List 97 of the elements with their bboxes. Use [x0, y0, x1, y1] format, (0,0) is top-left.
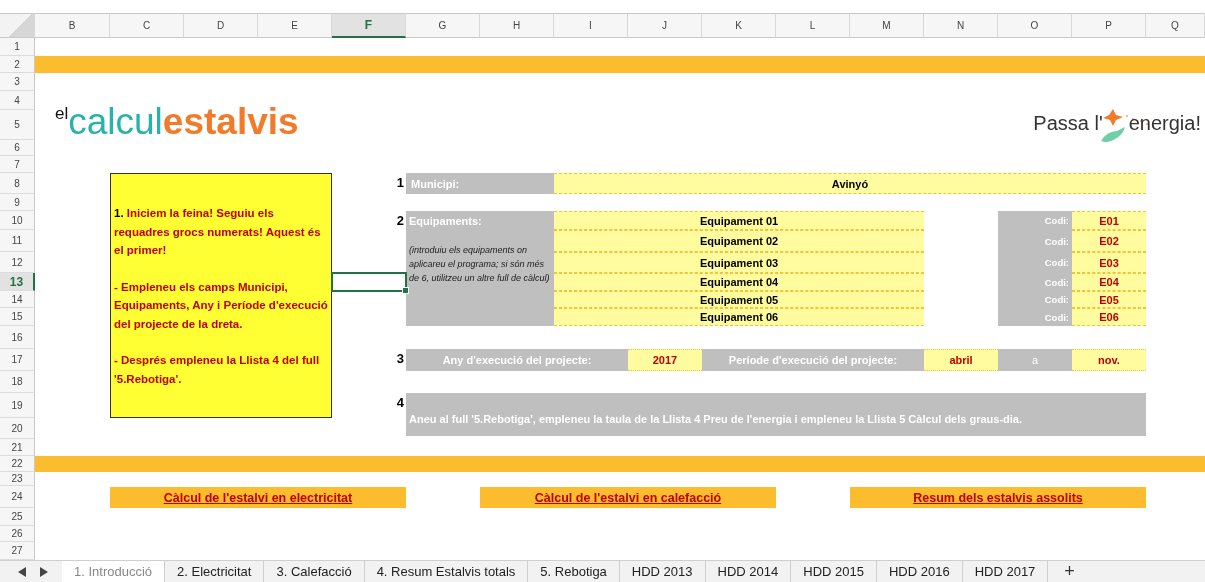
row-header[interactable]: 11 — [0, 230, 35, 252]
field-label: Any d'execució del projecte: — [406, 349, 628, 371]
column-header[interactable]: H — [480, 13, 554, 38]
row-header[interactable]: 3 — [0, 73, 35, 91]
code-field[interactable]: E06 — [1072, 308, 1146, 326]
code-label: Codi: — [998, 252, 1072, 273]
row-header[interactable]: 4 — [0, 91, 35, 110]
code-label: Codi: — [998, 291, 1072, 308]
end-month-field[interactable]: nov. — [1072, 349, 1146, 371]
column-header[interactable]: M — [850, 13, 924, 38]
section-link[interactable]: Càlcul de l'estalvi en electricitat — [110, 487, 406, 508]
code-label: Codi: — [998, 211, 1072, 230]
step-number: 1 — [396, 175, 404, 190]
column-header[interactable]: C — [110, 13, 184, 38]
sheet-tab[interactable]: HDD 2013 — [619, 561, 706, 582]
row-header[interactable]: 14 — [0, 291, 35, 308]
start-month-field[interactable]: abril — [924, 349, 998, 371]
sheet-tab[interactable]: HDD 2015 — [791, 561, 877, 582]
scroll-right-icon[interactable] — [40, 566, 48, 577]
row-header[interactable]: 20 — [0, 418, 35, 439]
step-number: 3 — [396, 351, 404, 366]
row-header[interactable]: 19 — [0, 393, 35, 418]
row-header[interactable]: 1 — [0, 38, 35, 56]
row-header[interactable]: 5 — [0, 110, 35, 140]
row-header[interactable]: 26 — [0, 526, 35, 542]
instruction-text: - Després empleneu la Llista 4 del full '5.Rebotiga'. — [114, 353, 321, 387]
row-header[interactable]: 16 — [0, 326, 35, 349]
column-header[interactable]: E — [258, 13, 332, 38]
field-label: Municipi: — [406, 173, 554, 194]
equipment-field[interactable]: Equipament 03 — [554, 252, 924, 273]
code-field[interactable]: E03 — [1072, 252, 1146, 273]
equipment-field[interactable]: Equipament 01 — [554, 211, 924, 230]
row-header[interactable]: 23 — [0, 472, 35, 486]
row-header[interactable]: 7 — [0, 156, 35, 173]
row-header[interactable]: 8 — [0, 173, 35, 194]
row-header[interactable]: 13 — [0, 273, 35, 291]
column-header[interactable]: K — [702, 13, 776, 38]
code-label: Codi: — [998, 308, 1072, 326]
slogan-text: energia! — [1128, 112, 1201, 135]
column-header[interactable]: Q — [1146, 13, 1205, 38]
equipment-field[interactable]: Equipament 06 — [554, 308, 924, 326]
sheet-tab[interactable]: HDD 2017 — [962, 561, 1049, 582]
row-header[interactable]: 25 — [0, 508, 35, 526]
add-sheet-button[interactable]: + — [1048, 561, 1091, 582]
row-header[interactable]: 17 — [0, 349, 35, 371]
sheet-tab[interactable]: 2. Electricitat — [165, 561, 265, 582]
code-field[interactable]: E02 — [1072, 230, 1146, 252]
equipment-field[interactable]: Equipament 04 — [554, 273, 924, 291]
column-header[interactable]: P — [1072, 13, 1146, 38]
code-field[interactable]: E04 — [1072, 273, 1146, 291]
row-header[interactable]: 27 — [0, 542, 35, 560]
section-link[interactable]: Resum dels estalvis assolits — [850, 487, 1146, 508]
column-header[interactable]: B — [35, 13, 110, 38]
row-header[interactable]: 21 — [0, 439, 35, 456]
instruction-text: - Empleneu els camps Municipi, Equipaments, Any i Període d'execució del projecte de la dreta. — [114, 279, 328, 332]
code-field[interactable]: E01 — [1072, 211, 1146, 230]
row-header[interactable]: 6 — [0, 140, 35, 156]
row-header[interactable]: 22 — [0, 456, 35, 472]
field-label: Equipaments: — [409, 215, 483, 227]
sheet-tab[interactable]: 5. Rebotiga — [528, 561, 620, 582]
slogan-text: Passa l' — [1033, 112, 1103, 135]
municipality-field[interactable]: Avinyó — [554, 173, 1146, 194]
row-header[interactable]: 18 — [0, 371, 35, 393]
year-field[interactable]: 2017 — [628, 349, 702, 371]
equipment-field[interactable]: Equipament 02 — [554, 230, 924, 252]
code-label: Codi: — [998, 273, 1072, 291]
column-header[interactable]: L — [776, 13, 850, 38]
row-header[interactable]: 9 — [0, 194, 35, 211]
instruction-text: 1. Iniciem la feina! Seguiu els requadres grocs numerats! Aquest és el primer! — [114, 206, 322, 258]
column-header[interactable]: I — [554, 13, 628, 38]
column-header[interactable]: O — [998, 13, 1072, 38]
step-number: 2 — [396, 213, 404, 228]
column-header[interactable]: D — [184, 13, 258, 38]
code-field[interactable]: E05 — [1072, 291, 1146, 308]
equipment-field[interactable]: Equipament 05 — [554, 291, 924, 308]
column-header[interactable]: G — [406, 13, 480, 38]
row-header[interactable]: 2 — [0, 56, 35, 73]
column-header[interactable]: J — [628, 13, 702, 38]
field-label: Període d'execució del projecte: — [702, 349, 924, 371]
step-number: 4 — [396, 395, 404, 410]
sheet-tab[interactable]: HDD 2014 — [705, 561, 792, 582]
range-label: a — [998, 349, 1072, 371]
sheet-tab[interactable]: 1. Introducció — [62, 561, 166, 582]
column-header[interactable]: F — [332, 13, 406, 38]
section-link[interactable]: Càlcul de l'estalvi en calefacció — [480, 487, 776, 508]
sheet-tab[interactable]: 4. Resum Estalvis totals — [364, 561, 529, 582]
selected-cell[interactable] — [331, 272, 407, 292]
row-header[interactable]: 10 — [0, 211, 35, 230]
row-header[interactable]: 15 — [0, 308, 35, 326]
sheet-tab[interactable]: HDD 2016 — [876, 561, 963, 582]
row-header[interactable]: 12 — [0, 252, 35, 273]
hint-text: (introduiu els equipaments on aplicareu el programa; si són més de 6, utilitzeu un altre full de càlcul) — [409, 244, 551, 285]
sheet-tab[interactable]: 3. Calefacció — [264, 561, 365, 582]
code-label: Codi: — [998, 230, 1072, 252]
scroll-left-icon[interactable] — [18, 566, 26, 577]
column-header[interactable]: N — [924, 13, 998, 38]
row-header[interactable]: 24 — [0, 486, 35, 508]
